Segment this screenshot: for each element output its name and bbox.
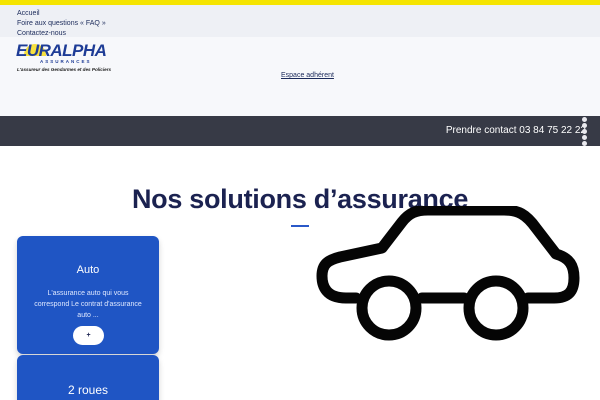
contact-phone[interactable]: 03 84 75 22 22: [519, 125, 586, 136]
title-underline: [291, 225, 309, 227]
card-more-button[interactable]: +: [73, 326, 104, 345]
card-2-roues[interactable]: 2 roues: [17, 355, 159, 400]
logo-text: EURALPHA: [16, 41, 107, 60]
logo[interactable]: EURALPHA ASSURANCES L'assureur des Genda…: [16, 42, 116, 76]
card-title: 2 roues: [67, 383, 109, 397]
nav-link-accueil[interactable]: Accueil: [17, 9, 40, 18]
contact-band: Prendre contact 03 84 75 22 22: [0, 116, 600, 146]
card-auto[interactable]: Auto L'assurance auto qui vous correspon…: [17, 236, 159, 354]
card-description: L'assurance auto qui vous correspond Le …: [34, 290, 142, 319]
site-header: EURALPHA ASSURANCES L'assureur des Genda…: [0, 37, 600, 116]
card-title: Auto: [76, 264, 100, 276]
espace-adherent-link[interactable]: Espace adhérent: [281, 72, 334, 79]
logo-subtitle: ASSURANCES: [40, 59, 92, 64]
vertical-dots-icon[interactable]: [582, 117, 588, 146]
top-nav: Accueil Foire aux questions « FAQ » Cont…: [0, 5, 600, 37]
logo-tagline: L'assureur des Gendarmes et des Policier…: [17, 67, 112, 72]
contact-info[interactable]: Prendre contact 03 84 75 22 22: [446, 125, 586, 136]
contact-label: Prendre contact: [445, 125, 517, 136]
nav-link-faq[interactable]: Foire aux questions « FAQ »: [17, 19, 106, 28]
car-icon: [316, 206, 580, 341]
